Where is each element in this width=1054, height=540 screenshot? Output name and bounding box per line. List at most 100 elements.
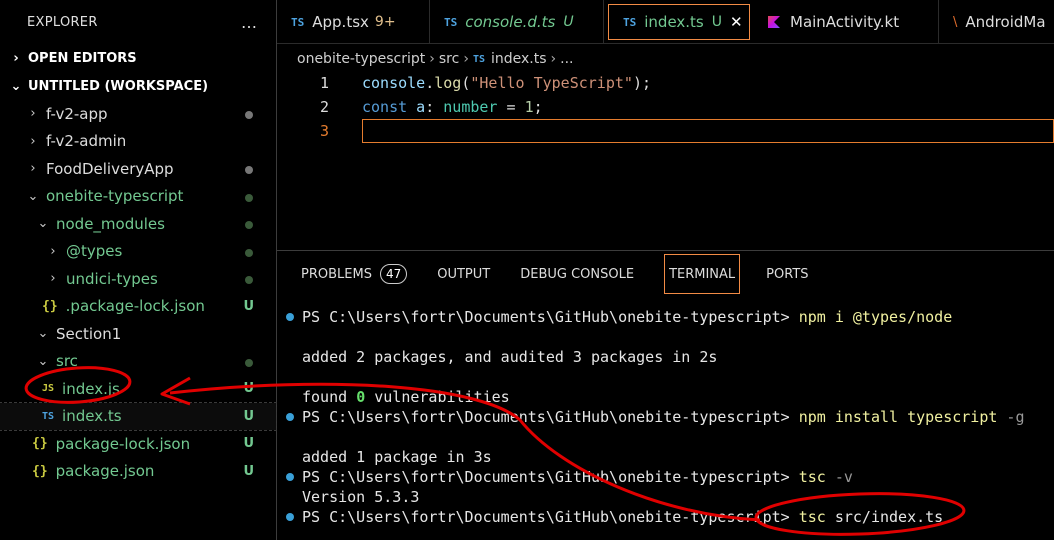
untracked-badge: U bbox=[243, 408, 254, 424]
chevron-down-icon: ⌄ bbox=[27, 188, 39, 204]
chevron-down-icon: ⌄ bbox=[37, 326, 49, 342]
tree-file-package-lock-hidden[interactable]: {} .package-lock.json U bbox=[0, 293, 276, 321]
tree-item-label: undici-types bbox=[66, 269, 158, 288]
tree-folder-undici-types[interactable]: › undici-types bbox=[0, 265, 276, 293]
kotlin-icon bbox=[768, 16, 780, 28]
tab-label: App.tsx bbox=[312, 13, 369, 31]
tab-console-d-ts[interactable]: TS console.d.ts U bbox=[430, 0, 604, 44]
tab-label: index.ts bbox=[644, 13, 704, 31]
tab-label: MainActivity.kt bbox=[790, 13, 900, 31]
typescript-icon: TS bbox=[472, 53, 485, 65]
untracked-badge: U bbox=[711, 14, 723, 30]
tab-ports[interactable]: PORTS bbox=[766, 254, 808, 294]
chevron-right-icon: › bbox=[30, 133, 36, 149]
tab-label: console.d.ts bbox=[465, 13, 556, 31]
tree-folder-f-v2-admin[interactable]: › f-v2-admin bbox=[0, 128, 276, 156]
typescript-icon: TS bbox=[291, 15, 305, 29]
chevron-right-icon: › bbox=[463, 51, 469, 67]
tab-debug-console[interactable]: DEBUG CONSOLE bbox=[520, 254, 634, 294]
tree-item-label: Section1 bbox=[56, 324, 122, 343]
untracked-badge: U bbox=[243, 436, 254, 451]
code-line: 3 bbox=[277, 119, 329, 143]
breadcrumb-item-src[interactable]: src bbox=[439, 51, 459, 67]
tab-androidmanifest[interactable]: \ AndroidMa bbox=[939, 0, 1046, 44]
tab-problems[interactable]: PROBLEMS 47 bbox=[301, 254, 408, 294]
command-status-dot-icon bbox=[286, 313, 294, 321]
tree-folder-types[interactable]: › @types bbox=[0, 238, 276, 266]
line-number: 2 bbox=[319, 98, 329, 116]
terminal-line: added 1 package in 3s bbox=[302, 448, 492, 466]
tab-app-tsx[interactable]: TS App.tsx 9+ bbox=[277, 0, 430, 44]
workspace-section[interactable]: ⌄ UNTITLED (WORKSPACE) bbox=[0, 72, 276, 100]
json-icon: {} bbox=[32, 463, 48, 479]
tree-item-label: src bbox=[56, 352, 78, 371]
untracked-badge: U bbox=[563, 14, 574, 30]
terminal-line: PS C:\Users\fortr\Documents\GitHub\onebi… bbox=[286, 467, 853, 487]
status-dot-icon bbox=[245, 166, 253, 174]
code-line: 1 console.log("Hello TypeScript"); bbox=[277, 71, 651, 95]
chevron-down-icon: ⌄ bbox=[37, 216, 49, 232]
tree-item-label: package-lock.json bbox=[55, 434, 191, 453]
tree-folder-section1[interactable]: ⌄ Section1 bbox=[0, 320, 276, 348]
status-dot-icon bbox=[245, 358, 253, 367]
line-number: 1 bbox=[319, 74, 329, 92]
terminal-line: PS C:\Users\fortr\Documents\GitHub\onebi… bbox=[286, 307, 952, 327]
problems-count-badge: 47 bbox=[379, 264, 408, 284]
terminal-line: found 0 vulnerabilities bbox=[302, 388, 510, 406]
chevron-right-icon: › bbox=[13, 50, 19, 66]
status-dot-icon bbox=[245, 276, 253, 284]
editor-tab-bar: TS App.tsx 9+ TS console.d.ts U TS index… bbox=[277, 0, 1054, 44]
breadcrumb-item-project[interactable]: onebite-typescript bbox=[297, 51, 425, 67]
tab-index-ts[interactable]: TS index.ts U ✕ bbox=[608, 4, 750, 40]
tree-folder-src[interactable]: ⌄ src bbox=[0, 348, 276, 376]
tree-item-label: f-v2-app bbox=[46, 104, 108, 123]
untracked-badge: U bbox=[243, 298, 254, 314]
tree-item-label: index.js bbox=[62, 379, 120, 398]
bottom-panel: PROBLEMS 47 OUTPUT DEBUG CONSOLE TERMINA… bbox=[277, 250, 1054, 540]
tree-file-package-json[interactable]: {} package.json U bbox=[0, 458, 276, 486]
terminal-line: PS C:\Users\fortr\Documents\GitHub\onebi… bbox=[286, 507, 943, 527]
tab-output[interactable]: OUTPUT bbox=[437, 254, 490, 294]
more-actions-icon[interactable]: … bbox=[241, 13, 258, 32]
problems-count-badge: 9+ bbox=[374, 14, 396, 30]
chevron-right-icon: › bbox=[429, 51, 435, 67]
code-text: const a: number = 1; bbox=[362, 98, 543, 116]
tree-item-label: FoodDeliveryApp bbox=[46, 159, 174, 178]
tree-item-label: f-v2-admin bbox=[46, 132, 127, 151]
close-icon[interactable]: ✕ bbox=[730, 13, 743, 31]
chevron-right-icon: › bbox=[550, 51, 557, 67]
tree-folder-onebite-typescript[interactable]: ⌄ onebite-typescript bbox=[0, 183, 276, 211]
tree-folder-node-modules[interactable]: ⌄ node_modules bbox=[0, 210, 276, 238]
panel-tabs: PROBLEMS 47 OUTPUT DEBUG CONSOLE TERMINA… bbox=[301, 254, 839, 294]
tab-terminal[interactable]: TERMINAL bbox=[664, 254, 741, 294]
tree-file-index-js[interactable]: JS index.js U bbox=[0, 375, 276, 403]
untracked-badge: U bbox=[243, 463, 254, 479]
breadcrumb-item-symbol[interactable]: ... bbox=[560, 51, 573, 67]
status-dot-icon bbox=[245, 221, 253, 229]
chevron-right-icon: › bbox=[30, 161, 36, 177]
command-status-dot-icon bbox=[286, 413, 294, 421]
json-icon: {} bbox=[42, 298, 58, 314]
tree-folder-fooddeliveryapp[interactable]: › FoodDeliveryApp bbox=[0, 155, 276, 183]
tree-folder-f-v2-app[interactable]: › f-v2-app bbox=[0, 100, 276, 128]
tree-file-package-lock[interactable]: {} package-lock.json U bbox=[0, 430, 276, 458]
code-editor[interactable]: 1 console.log("Hello TypeScript"); 2 con… bbox=[277, 70, 1054, 250]
code-text: console.log("Hello TypeScript"); bbox=[362, 74, 651, 92]
line-number: 3 bbox=[319, 122, 329, 140]
tab-mainactivity-kt[interactable]: MainActivity.kt bbox=[754, 0, 939, 44]
status-dot-icon bbox=[245, 111, 253, 119]
breadcrumb-item-file[interactable]: index.ts bbox=[491, 51, 547, 67]
terminal-line: added 2 packages, and audited 3 packages… bbox=[302, 348, 718, 366]
tree-item-label: onebite-typescript bbox=[46, 187, 184, 206]
tree-item-label: package.json bbox=[55, 462, 155, 481]
tree-file-index-ts[interactable]: TS index.ts U bbox=[0, 401, 277, 431]
breadcrumb: onebite-typescript › src › TS index.ts ›… bbox=[297, 48, 574, 70]
chevron-right-icon: › bbox=[50, 243, 56, 259]
open-editors-section[interactable]: › OPEN EDITORS bbox=[0, 44, 276, 72]
command-status-dot-icon bbox=[286, 473, 294, 481]
tree-item-label: @types bbox=[66, 242, 123, 261]
chevron-down-icon: ⌄ bbox=[37, 353, 49, 369]
section-label: UNTITLED (WORKSPACE) bbox=[28, 78, 209, 94]
explorer-sidebar: EXPLORER … › OPEN EDITORS ⌄ UNTITLED (WO… bbox=[0, 0, 277, 540]
terminal-line: PS C:\Users\fortr\Documents\GitHub\onebi… bbox=[286, 407, 1024, 427]
